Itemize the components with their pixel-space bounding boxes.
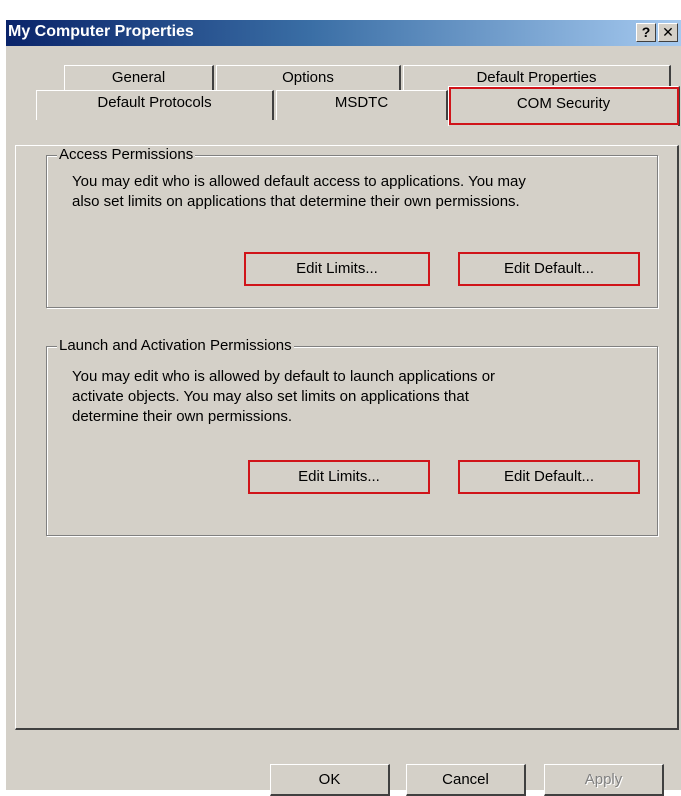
access-permissions-group: Access Permissions You may edit who is a… (46, 146, 658, 308)
access-desc-line1: You may edit who is allowed default acce… (72, 173, 526, 190)
launch-edit-limits-button[interactable]: Edit Limits... (248, 460, 430, 494)
launch-edit-default-label: Edit Default... (503, 468, 595, 485)
tab-options[interactable]: Options (216, 65, 401, 90)
access-edit-default-button[interactable]: Edit Default... (458, 252, 640, 286)
tab-default-protocols[interactable]: Default Protocols (36, 90, 274, 120)
launch-permissions-title: Launch and Activation Permissions (57, 337, 294, 354)
cancel-button[interactable]: Cancel (406, 764, 526, 796)
access-desc-line2: also set limits on applications that det… (72, 193, 520, 210)
window-title: My Computer Properties (8, 23, 194, 40)
close-icon[interactable]: ✕ (658, 23, 678, 42)
apply-button[interactable]: Apply (544, 764, 664, 796)
launch-edit-limits-label: Edit Limits... (298, 468, 380, 485)
access-edit-limits-label: Edit Limits... (296, 260, 378, 277)
tab-msdtc[interactable]: MSDTC (276, 90, 448, 120)
properties-dialog: My Computer Properties ? ✕ General Optio… (6, 20, 681, 796)
access-permissions-title: Access Permissions (57, 146, 196, 163)
tab-com-security[interactable]: COM Security (448, 86, 680, 126)
launch-desc-line2: activate objects. You may also set limit… (72, 388, 469, 405)
launch-desc-line1: You may edit who is allowed by default t… (72, 368, 496, 385)
access-edit-limits-button[interactable]: Edit Limits... (244, 252, 430, 286)
access-edit-default-label: Edit Default... (503, 260, 595, 277)
tab-panel: Access Permissions You may edit who is a… (15, 145, 679, 730)
help-button[interactable]: ? (636, 23, 656, 42)
tab-general[interactable]: General (64, 65, 214, 90)
launch-edit-default-button[interactable]: Edit Default... (458, 460, 640, 494)
ok-button[interactable]: OK (270, 764, 390, 796)
launch-permissions-group: Launch and Activation Permissions You ma… (46, 337, 658, 536)
launch-desc-line3: determine their own permissions. (72, 408, 293, 425)
title-bar[interactable]: My Computer Properties ? ✕ (6, 20, 681, 46)
